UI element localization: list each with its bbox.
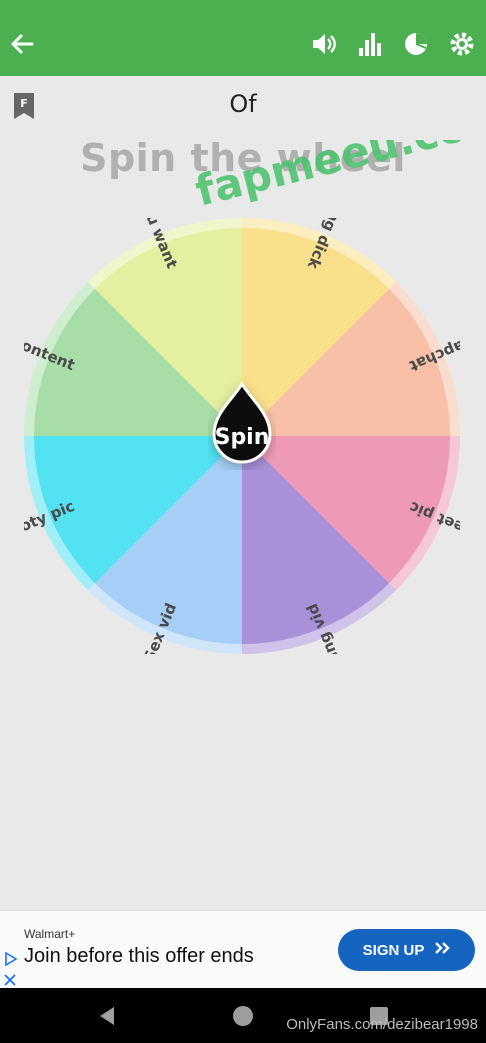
settings-gear-icon[interactable] xyxy=(448,30,476,58)
pie-chart-icon[interactable] xyxy=(402,30,430,58)
sign-up-button[interactable]: SIGN UP xyxy=(338,929,475,971)
app-bar xyxy=(0,0,486,76)
nav-home-icon[interactable] xyxy=(232,1005,254,1027)
double-chevron-icon xyxy=(434,941,451,959)
ad-choices-icon[interactable] xyxy=(4,951,18,967)
back-arrow-icon[interactable] xyxy=(8,30,36,58)
volume-icon[interactable] xyxy=(310,30,338,58)
ad-banner[interactable]: Walmart+ Join before this offer ends SIG… xyxy=(0,910,486,988)
ad-close-icon[interactable] xyxy=(4,971,16,986)
watermark-credit: OnlyFans.com/dezibear1998 xyxy=(286,1016,478,1033)
bar-chart-icon[interactable] xyxy=(356,30,384,58)
system-nav-bar: OnlyFans.com/dezibear1998 xyxy=(0,988,486,1043)
nav-back-icon[interactable] xyxy=(96,1005,118,1027)
ad-source: Walmart+ xyxy=(24,927,76,941)
sign-up-label: SIGN UP xyxy=(362,941,425,959)
app-bar-actions xyxy=(310,30,476,58)
page-title: Of xyxy=(229,90,257,118)
wheel-heading: Spin the wheel xyxy=(80,136,406,180)
spin-button-label: Spin xyxy=(215,425,270,450)
ad-headline[interactable]: Join before this offer ends xyxy=(24,945,254,968)
spin-wheel[interactable]: Sucking dickPrivate snapchatFeet picMast… xyxy=(24,218,460,654)
